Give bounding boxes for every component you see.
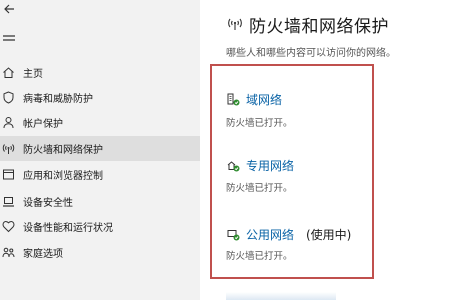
- home-icon: [3, 67, 14, 78]
- sidebar-item-label: 病毒和威胁防护: [23, 94, 93, 105]
- sidebar-item-label: 设备性能和运行状况: [23, 223, 113, 234]
- sidebar-item-home[interactable]: 主页: [0, 60, 200, 85]
- network-in-use-label: (使用中): [306, 228, 352, 242]
- network-private-status: 防火墙已打开。: [226, 183, 293, 194]
- private-network-icon: [227, 161, 240, 172]
- page-title: 防火墙和网络保护: [249, 17, 389, 37]
- wifi-icon: [2, 144, 15, 154]
- sidebar-item-label: 防火墙和网络保护: [23, 145, 103, 156]
- sidebar-item-firewall[interactable]: 防火墙和网络保护: [0, 136, 200, 161]
- page-subtitle: 哪些人和哪些内容可以访问你的网络。: [226, 48, 396, 59]
- sidebar-item-label: 设备安全性: [23, 198, 73, 209]
- network-public-link[interactable]: 公用网络: [246, 226, 294, 243]
- network-domain-status: 防火墙已打开。: [226, 118, 293, 129]
- sidebar: 主页 病毒和威胁防护 帐户保护 防火墙和网络保护 应用和浏览器控制 设备安全性 …: [0, 0, 200, 300]
- network-private-link[interactable]: 专用网络: [246, 157, 294, 174]
- main-content: 防火墙和网络保护 哪些人和哪些内容可以访问你的网络。 域网络 防火墙已打开。 专…: [200, 0, 450, 300]
- app-window-icon: [3, 169, 14, 180]
- sidebar-item-label: 应用和浏览器控制: [23, 171, 103, 182]
- sidebar-item-app-browser-control[interactable]: 应用和浏览器控制: [0, 162, 200, 187]
- shield-icon: [3, 91, 14, 104]
- heart-icon: [2, 221, 15, 233]
- sidebar-item-virus-protection[interactable]: 病毒和威胁防护: [0, 85, 200, 110]
- family-icon: [2, 247, 15, 258]
- network-domain-link[interactable]: 域网络: [246, 91, 282, 108]
- laptop-icon: [3, 197, 14, 207]
- domain-network-icon: [227, 93, 240, 106]
- network-public-status: 防火墙已打开。: [226, 251, 293, 262]
- sidebar-item-device-health[interactable]: 设备性能和运行状况: [0, 214, 200, 239]
- wifi-icon: [228, 18, 242, 30]
- sidebar-item-family-options[interactable]: 家庭选项: [0, 240, 200, 265]
- sidebar-item-label: 家庭选项: [23, 249, 63, 260]
- menu-icon[interactable]: [2, 33, 16, 45]
- person-icon: [3, 117, 14, 129]
- cutoff-link-fragment: [226, 292, 336, 300]
- sidebar-item-account-protection[interactable]: 帐户保护: [0, 110, 200, 135]
- public-network-icon: [227, 230, 240, 241]
- back-arrow-icon[interactable]: [2, 2, 16, 16]
- sidebar-item-label: 帐户保护: [23, 119, 63, 130]
- sidebar-item-label: 主页: [23, 69, 43, 80]
- sidebar-item-device-security[interactable]: 设备安全性: [0, 189, 200, 214]
